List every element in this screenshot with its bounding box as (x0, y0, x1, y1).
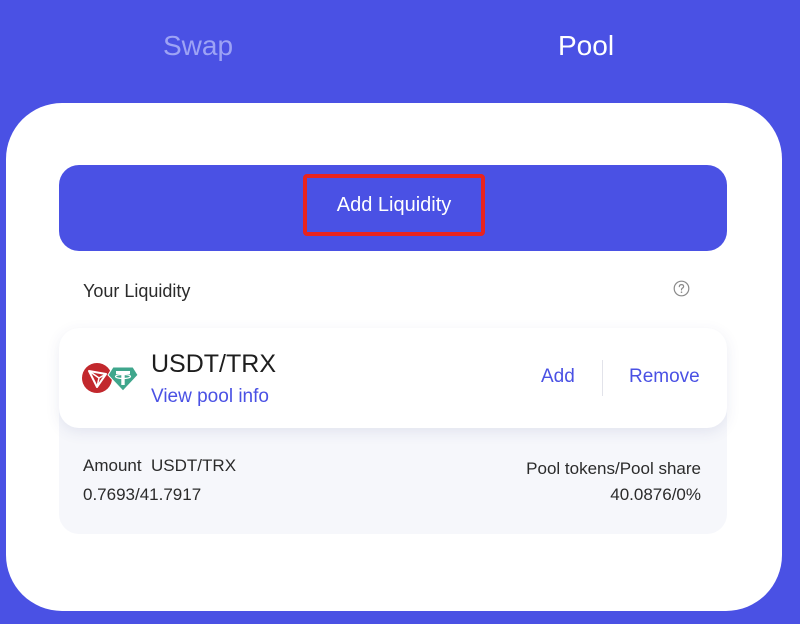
amount-value: 0.7693/41.7917 (83, 485, 202, 504)
tab-pool[interactable]: Pool (558, 30, 614, 62)
add-button[interactable]: Add (541, 366, 575, 388)
pool-share-value: 40.0876/0% (610, 485, 701, 504)
trx-token-icon (82, 363, 112, 393)
remove-button[interactable]: Remove (629, 366, 700, 388)
position-header: USDT/TRX View pool info Add Remove (59, 328, 727, 428)
pool-card: Add Liquidity Your Liquidity USDT/TRX Vi… (6, 103, 782, 611)
token-pair-icons (82, 363, 139, 393)
add-liquidity-label: Add Liquidity (336, 193, 452, 216)
tab-swap[interactable]: Swap (163, 30, 233, 62)
view-pool-info-link[interactable]: View pool info (151, 386, 269, 408)
liquidity-position: USDT/TRX View pool info Add Remove Amoun… (59, 328, 727, 534)
add-liquidity-highlight-box[interactable]: Add Liquidity (303, 174, 485, 236)
amount-label: Amount USDT/TRX (83, 456, 237, 475)
add-liquidity-button[interactable]: Add Liquidity (59, 165, 727, 251)
question-circle-icon[interactable] (673, 280, 690, 297)
pair-name: USDT/TRX (151, 350, 276, 378)
your-liquidity-title: Your Liquidity (83, 281, 191, 301)
tab-bar: Swap Pool (0, 0, 800, 100)
action-divider (602, 360, 603, 396)
pool-share-label: Pool tokens/Pool share (526, 459, 701, 478)
usdt-token-icon (107, 366, 139, 392)
